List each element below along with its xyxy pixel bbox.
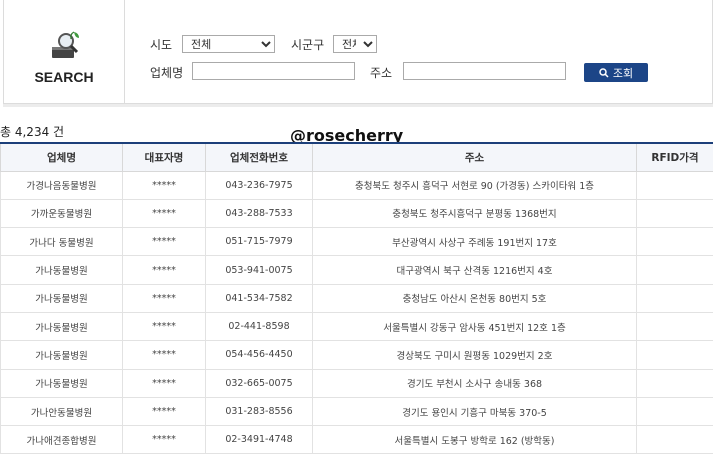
cell-phone: 041-534-7582 xyxy=(206,284,313,312)
cell-company: 가경나음동물병원 xyxy=(1,171,123,199)
sido-label: 시도 xyxy=(150,36,172,53)
table-row[interactable]: 가경나음동물병원*****043-236-7975충청북도 청주시 흥덕구 서현… xyxy=(1,171,713,199)
table-row[interactable]: 가나다 동물병원*****051-715-7979부산광역시 사상구 주례동 1… xyxy=(1,228,713,256)
sido-select[interactable]: 전체 xyxy=(182,35,275,53)
cell-phone: 02-3491-4748 xyxy=(206,426,313,454)
cell-rfid-price xyxy=(637,228,713,256)
cell-representative: ***** xyxy=(123,426,206,454)
search-button-label: 조회 xyxy=(613,65,633,81)
cell-company: 가나동물병원 xyxy=(1,256,123,284)
cell-address: 서울특별시 강동구 암사동 451번지 12호 1층 xyxy=(313,312,637,340)
cell-phone: 043-288-7533 xyxy=(206,199,313,227)
cell-rfid-price xyxy=(637,199,713,227)
company-label: 업체명 xyxy=(150,64,183,81)
cell-phone: 054-456-4450 xyxy=(206,341,313,369)
sigungu-label: 시군구 xyxy=(291,36,324,53)
cell-company: 가나동물병원 xyxy=(1,341,123,369)
cell-phone: 053-941-0075 xyxy=(206,256,313,284)
cell-representative: ***** xyxy=(123,228,206,256)
header-phone: 업체전화번호 xyxy=(206,143,313,171)
search-button[interactable]: 조회 xyxy=(584,63,648,82)
cell-representative: ***** xyxy=(123,312,206,340)
header-address: 주소 xyxy=(313,143,637,171)
cell-company: 가까운동물병원 xyxy=(1,199,123,227)
table-row[interactable]: 가나동물병원*****02-441-8598서울특별시 강동구 암사동 451번… xyxy=(1,312,713,340)
cell-rfid-price xyxy=(637,341,713,369)
table-row[interactable]: 가나동물병원*****041-534-7582충청남도 아산시 온천동 80번지… xyxy=(1,284,713,312)
cell-company: 가나다 동물병원 xyxy=(1,228,123,256)
address-label: 주소 xyxy=(370,64,392,81)
cell-address: 경기도 부천시 소사구 송내동 368 xyxy=(313,369,637,397)
cell-address: 충청남도 아산시 온천동 80번지 5호 xyxy=(313,284,637,312)
cell-rfid-price xyxy=(637,397,713,425)
cell-representative: ***** xyxy=(123,341,206,369)
cell-representative: ***** xyxy=(123,369,206,397)
cell-address: 대구광역시 북구 산격동 1216번지 4호 xyxy=(313,256,637,284)
cell-address: 경상북도 구미시 원평동 1029번지 2호 xyxy=(313,341,637,369)
table-row[interactable]: 가나동물병원*****053-941-0075대구광역시 북구 산격동 1216… xyxy=(1,256,713,284)
cell-rfid-price xyxy=(637,312,713,340)
table-row[interactable]: 가나동물병원*****054-456-4450경상북도 구미시 원평동 1029… xyxy=(1,341,713,369)
cell-representative: ***** xyxy=(123,284,206,312)
search-title: SEARCH xyxy=(4,69,124,85)
total-count: 총 4,234 건 xyxy=(0,123,64,140)
cell-rfid-price xyxy=(637,256,713,284)
cell-representative: ***** xyxy=(123,256,206,284)
cell-company: 가나안동물병원 xyxy=(1,397,123,425)
sigungu-select[interactable]: 전체 xyxy=(333,35,377,53)
cell-rfid-price xyxy=(637,369,713,397)
cell-phone: 032-665-0075 xyxy=(206,369,313,397)
table-header-row: 업체명 대표자명 업체전화번호 주소 RFID가격 xyxy=(1,143,713,171)
cell-phone: 051-715-7979 xyxy=(206,228,313,256)
magnifier-plant-icon xyxy=(49,30,83,60)
results-table: 업체명 대표자명 업체전화번호 주소 RFID가격 가경나음동물병원*****0… xyxy=(0,142,713,454)
cell-address: 충청북도 청주시 흥덕구 서현로 90 (가경동) 스카이타워 1층 xyxy=(313,171,637,199)
cell-address: 경기도 용인시 기흥구 마북동 370-5 xyxy=(313,397,637,425)
cell-rfid-price xyxy=(637,284,713,312)
table-row[interactable]: 가나안동물병원*****031-283-8556경기도 용인시 기흥구 마북동 … xyxy=(1,397,713,425)
cell-representative: ***** xyxy=(123,199,206,227)
cell-rfid-price xyxy=(637,426,713,454)
cell-company: 가나애견종합병원 xyxy=(1,426,123,454)
cell-phone: 043-236-7975 xyxy=(206,171,313,199)
search-panel: SEARCH 시도 전체 시군구 전체 업체명 주소 조회 xyxy=(3,0,713,104)
cell-rfid-price xyxy=(637,171,713,199)
cell-address: 부산광역시 사상구 주례동 191번지 17호 xyxy=(313,228,637,256)
header-company: 업체명 xyxy=(1,143,123,171)
header-rfid-price: RFID가격 xyxy=(637,143,713,171)
cell-address: 충청북도 청주시흥덕구 분평동 1368번지 xyxy=(313,199,637,227)
cell-company: 가나동물병원 xyxy=(1,284,123,312)
address-field[interactable] xyxy=(403,62,566,80)
cell-phone: 02-441-8598 xyxy=(206,312,313,340)
magnifier-icon xyxy=(599,68,609,78)
cell-representative: ***** xyxy=(123,171,206,199)
cell-representative: ***** xyxy=(123,397,206,425)
cell-phone: 031-283-8556 xyxy=(206,397,313,425)
header-representative: 대표자명 xyxy=(123,143,206,171)
search-icon-box: SEARCH xyxy=(4,0,125,103)
table-row[interactable]: 가까운동물병원*****043-288-7533충청북도 청주시흥덕구 분평동 … xyxy=(1,199,713,227)
table-row[interactable]: 가나애견종합병원*****02-3491-4748서울특별시 도봉구 방학로 1… xyxy=(1,426,713,454)
cell-company: 가나동물병원 xyxy=(1,369,123,397)
cell-address: 서울특별시 도봉구 방학로 162 (방학동) xyxy=(313,426,637,454)
table-row[interactable]: 가나동물병원*****032-665-0075경기도 부천시 소사구 송내동 3… xyxy=(1,369,713,397)
company-name-field[interactable] xyxy=(192,62,355,80)
cell-company: 가나동물병원 xyxy=(1,312,123,340)
